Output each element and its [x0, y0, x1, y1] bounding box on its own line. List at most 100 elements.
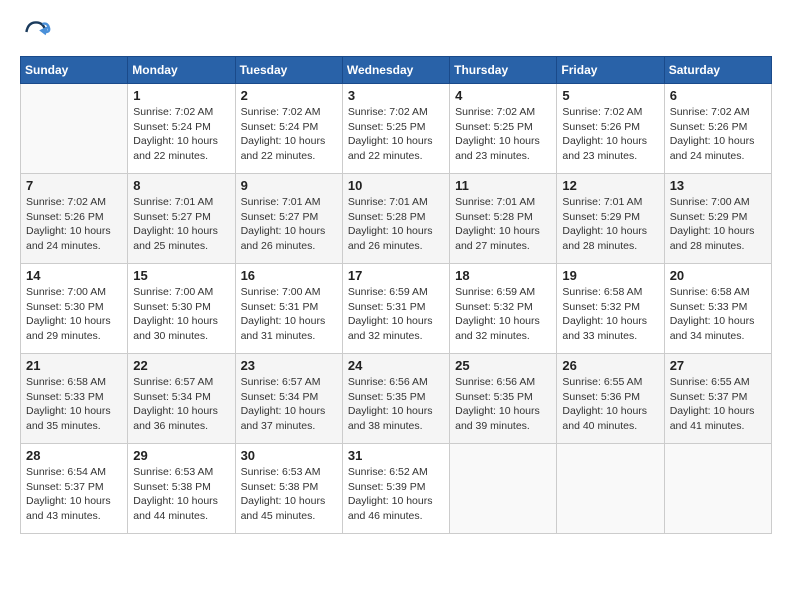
calendar-week-2: 7 Sunrise: 7:02 AMSunset: 5:26 PMDaylight… [21, 174, 772, 264]
calendar-cell: 20 Sunrise: 6:58 AMSunset: 5:33 PMDayligh… [664, 264, 771, 354]
day-number: 27 [670, 358, 766, 373]
calendar-body: 1 Sunrise: 7:02 AMSunset: 5:24 PMDaylight… [21, 84, 772, 534]
day-number: 25 [455, 358, 551, 373]
calendar-cell: 7 Sunrise: 7:02 AMSunset: 5:26 PMDaylight… [21, 174, 128, 264]
calendar-header-monday: Monday [128, 57, 235, 84]
page-header [20, 16, 772, 48]
day-detail: Sunrise: 7:02 AMSunset: 5:26 PMDaylight:… [670, 105, 766, 164]
day-number: 15 [133, 268, 229, 283]
day-number: 1 [133, 88, 229, 103]
day-number: 28 [26, 448, 122, 463]
calendar-header-wednesday: Wednesday [342, 57, 449, 84]
day-detail: Sunrise: 7:02 AMSunset: 5:26 PMDaylight:… [562, 105, 658, 164]
day-detail: Sunrise: 7:00 AMSunset: 5:30 PMDaylight:… [26, 285, 122, 344]
day-detail: Sunrise: 6:58 AMSunset: 5:32 PMDaylight:… [562, 285, 658, 344]
day-detail: Sunrise: 6:54 AMSunset: 5:37 PMDaylight:… [26, 465, 122, 524]
day-detail: Sunrise: 6:59 AMSunset: 5:32 PMDaylight:… [455, 285, 551, 344]
day-number: 30 [241, 448, 337, 463]
calendar-cell [557, 444, 664, 534]
calendar-cell: 1 Sunrise: 7:02 AMSunset: 5:24 PMDaylight… [128, 84, 235, 174]
calendar-cell [450, 444, 557, 534]
day-number: 11 [455, 178, 551, 193]
calendar-header-tuesday: Tuesday [235, 57, 342, 84]
day-detail: Sunrise: 6:55 AMSunset: 5:37 PMDaylight:… [670, 375, 766, 434]
day-number: 24 [348, 358, 444, 373]
calendar-cell: 28 Sunrise: 6:54 AMSunset: 5:37 PMDayligh… [21, 444, 128, 534]
calendar-cell: 8Sunrise: 7:01 AMSunset: 5:27 PMDaylight… [128, 174, 235, 264]
day-detail: Sunrise: 7:01 AMSunset: 5:27 PMDaylight:… [133, 195, 229, 254]
day-detail: Sunrise: 7:02 AMSunset: 5:24 PMDaylight:… [241, 105, 337, 164]
calendar-cell: 23Sunrise: 6:57 AMSunset: 5:34 PMDayligh… [235, 354, 342, 444]
calendar-cell: 11 Sunrise: 7:01 AMSunset: 5:28 PMDayligh… [450, 174, 557, 264]
day-number: 18 [455, 268, 551, 283]
calendar-cell: 10 Sunrise: 7:01 AMSunset: 5:28 PMDayligh… [342, 174, 449, 264]
day-detail: Sunrise: 7:02 AMSunset: 5:26 PMDaylight:… [26, 195, 122, 254]
day-detail: Sunrise: 6:59 AMSunset: 5:31 PMDaylight:… [348, 285, 444, 344]
calendar-cell: 19 Sunrise: 6:58 AMSunset: 5:32 PMDayligh… [557, 264, 664, 354]
calendar-cell: 30 Sunrise: 6:53 AMSunset: 5:38 PMDayligh… [235, 444, 342, 534]
logo-icon [20, 16, 52, 48]
day-detail: Sunrise: 6:58 AMSunset: 5:33 PMDaylight:… [670, 285, 766, 344]
calendar-cell: 31 Sunrise: 6:52 AMSunset: 5:39 PMDayligh… [342, 444, 449, 534]
day-detail: Sunrise: 6:53 AMSunset: 5:38 PMDaylight:… [241, 465, 337, 524]
calendar-cell: 21Sunrise: 6:58 AMSunset: 5:33 PMDayligh… [21, 354, 128, 444]
day-number: 14 [26, 268, 122, 283]
day-number: 6 [670, 88, 766, 103]
day-number: 26 [562, 358, 658, 373]
calendar-cell: 17Sunrise: 6:59 AMSunset: 5:31 PMDayligh… [342, 264, 449, 354]
calendar-header-sunday: Sunday [21, 57, 128, 84]
calendar-cell: 4 Sunrise: 7:02 AMSunset: 5:25 PMDaylight… [450, 84, 557, 174]
day-detail: Sunrise: 7:01 AMSunset: 5:28 PMDaylight:… [455, 195, 551, 254]
day-number: 4 [455, 88, 551, 103]
day-detail: Sunrise: 6:56 AMSunset: 5:35 PMDaylight:… [455, 375, 551, 434]
day-detail: Sunrise: 6:52 AMSunset: 5:39 PMDaylight:… [348, 465, 444, 524]
day-detail: Sunrise: 7:00 AMSunset: 5:31 PMDaylight:… [241, 285, 337, 344]
day-detail: Sunrise: 7:01 AMSunset: 5:29 PMDaylight:… [562, 195, 658, 254]
day-number: 16 [241, 268, 337, 283]
calendar-week-3: 14 Sunrise: 7:00 AMSunset: 5:30 PMDayligh… [21, 264, 772, 354]
calendar-header-row: SundayMondayTuesdayWednesdayThursdayFrid… [21, 57, 772, 84]
day-detail: Sunrise: 7:01 AMSunset: 5:28 PMDaylight:… [348, 195, 444, 254]
calendar-cell: 29 Sunrise: 6:53 AMSunset: 5:38 PMDayligh… [128, 444, 235, 534]
day-number: 22 [133, 358, 229, 373]
calendar-cell: 16 Sunrise: 7:00 AMSunset: 5:31 PMDayligh… [235, 264, 342, 354]
calendar-cell: 22 Sunrise: 6:57 AMSunset: 5:34 PMDayligh… [128, 354, 235, 444]
day-detail: Sunrise: 6:58 AMSunset: 5:33 PMDaylight:… [26, 375, 122, 434]
day-number: 9 [241, 178, 337, 193]
day-detail: Sunrise: 7:00 AMSunset: 5:30 PMDaylight:… [133, 285, 229, 344]
calendar-header-friday: Friday [557, 57, 664, 84]
calendar-cell: 3Sunrise: 7:02 AMSunset: 5:25 PMDaylight… [342, 84, 449, 174]
day-detail: Sunrise: 6:56 AMSunset: 5:35 PMDaylight:… [348, 375, 444, 434]
calendar-cell: 24 Sunrise: 6:56 AMSunset: 5:35 PMDayligh… [342, 354, 449, 444]
day-number: 7 [26, 178, 122, 193]
calendar-cell: 25 Sunrise: 6:56 AMSunset: 5:35 PMDayligh… [450, 354, 557, 444]
calendar-cell: 26Sunrise: 6:55 AMSunset: 5:36 PMDayligh… [557, 354, 664, 444]
day-number: 19 [562, 268, 658, 283]
logo [20, 16, 56, 48]
calendar-cell: 5Sunrise: 7:02 AMSunset: 5:26 PMDaylight… [557, 84, 664, 174]
calendar-header-thursday: Thursday [450, 57, 557, 84]
calendar-cell: 18 Sunrise: 6:59 AMSunset: 5:32 PMDayligh… [450, 264, 557, 354]
day-detail: Sunrise: 6:57 AMSunset: 5:34 PMDaylight:… [241, 375, 337, 434]
day-detail: Sunrise: 7:02 AMSunset: 5:25 PMDaylight:… [455, 105, 551, 164]
day-number: 2 [241, 88, 337, 103]
calendar-cell [21, 84, 128, 174]
calendar-cell: 15 Sunrise: 7:00 AMSunset: 5:30 PMDayligh… [128, 264, 235, 354]
day-detail: Sunrise: 7:02 AMSunset: 5:24 PMDaylight:… [133, 105, 229, 164]
day-number: 29 [133, 448, 229, 463]
day-number: 12 [562, 178, 658, 193]
day-number: 31 [348, 448, 444, 463]
calendar-cell: 9 Sunrise: 7:01 AMSunset: 5:27 PMDaylight… [235, 174, 342, 264]
day-number: 3 [348, 88, 444, 103]
day-detail: Sunrise: 6:57 AMSunset: 5:34 PMDaylight:… [133, 375, 229, 434]
calendar-cell: 6 Sunrise: 7:02 AMSunset: 5:26 PMDaylight… [664, 84, 771, 174]
day-number: 20 [670, 268, 766, 283]
calendar-week-5: 28 Sunrise: 6:54 AMSunset: 5:37 PMDayligh… [21, 444, 772, 534]
day-number: 10 [348, 178, 444, 193]
calendar-cell: 12 Sunrise: 7:01 AMSunset: 5:29 PMDayligh… [557, 174, 664, 264]
day-detail: Sunrise: 7:00 AMSunset: 5:29 PMDaylight:… [670, 195, 766, 254]
day-detail: Sunrise: 6:53 AMSunset: 5:38 PMDaylight:… [133, 465, 229, 524]
calendar-table: SundayMondayTuesdayWednesdayThursdayFrid… [20, 56, 772, 534]
calendar-cell: 13Sunrise: 7:00 AMSunset: 5:29 PMDayligh… [664, 174, 771, 264]
day-detail: Sunrise: 7:01 AMSunset: 5:27 PMDaylight:… [241, 195, 337, 254]
